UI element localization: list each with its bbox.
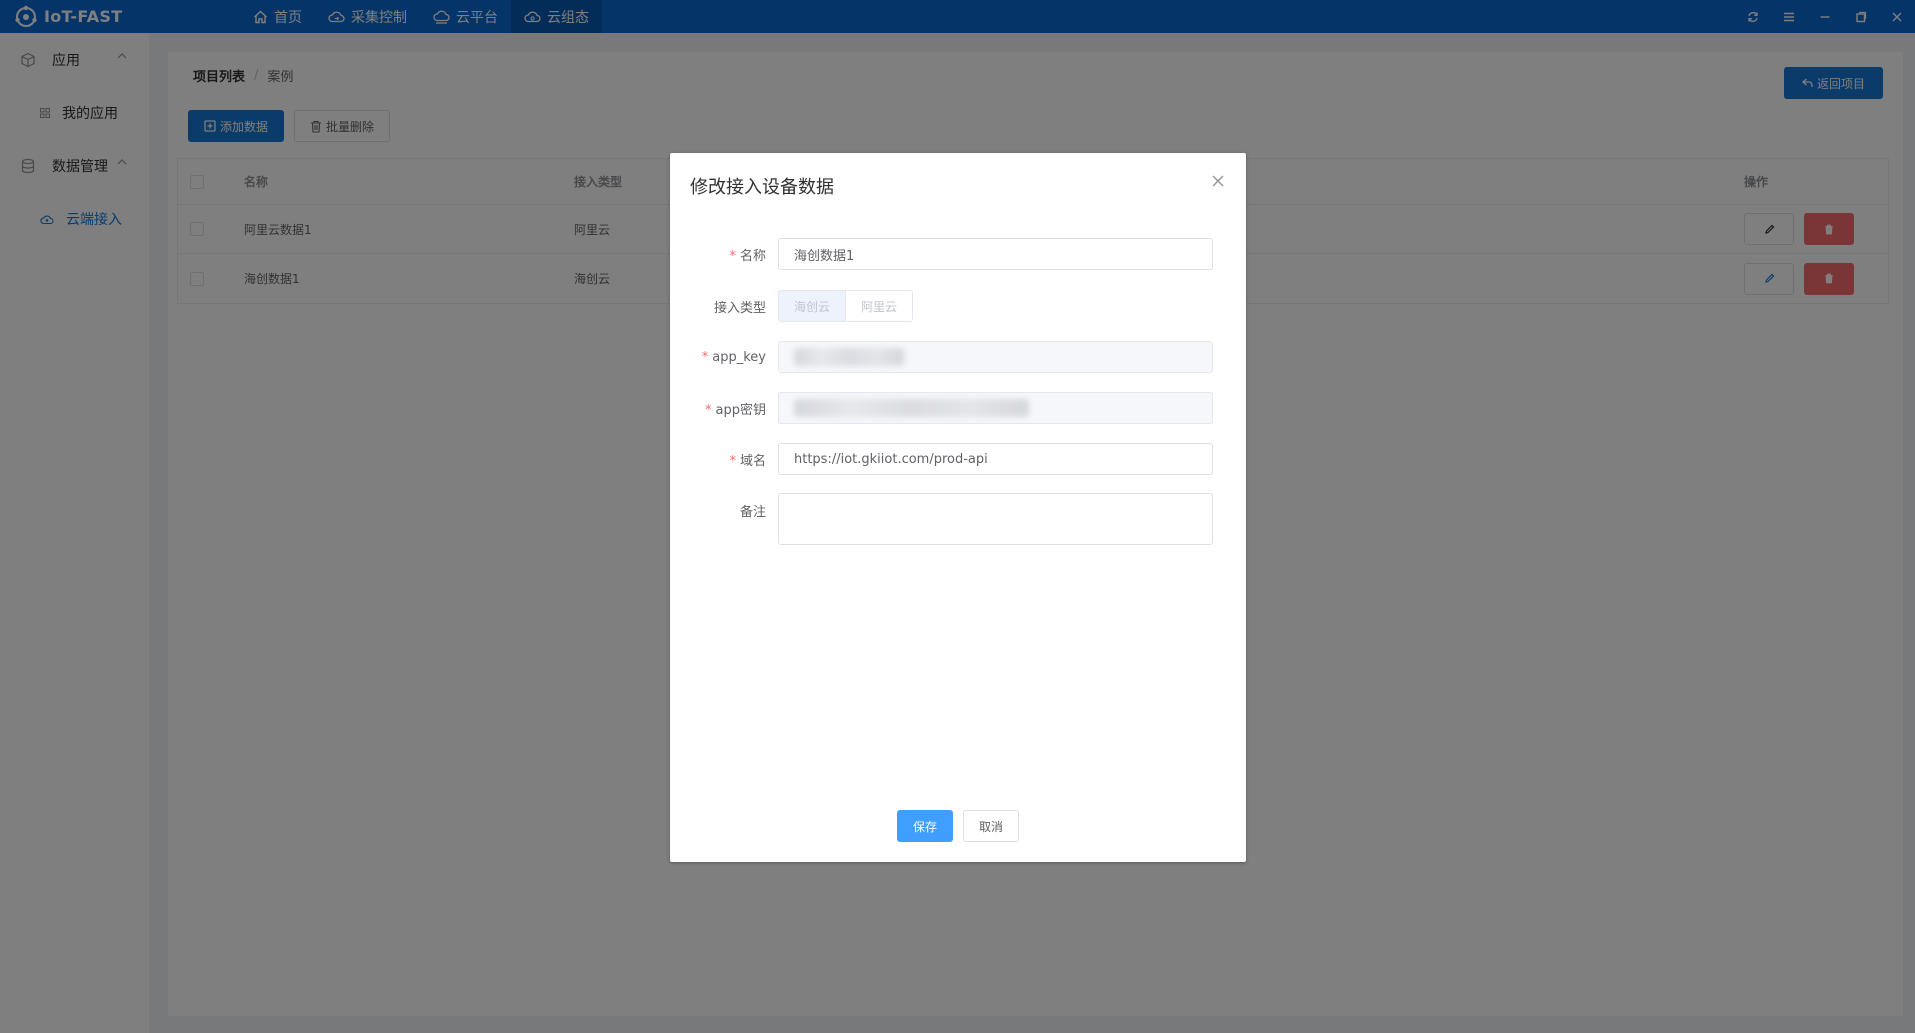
remark-textarea[interactable] <box>778 493 1213 545</box>
name-input[interactable]: 海创数据1 <box>778 238 1213 270</box>
redacted-value <box>794 348 904 366</box>
dialog-footer: 保存 取消 <box>670 810 1246 842</box>
app-secret-label: * app密钥 <box>705 402 766 418</box>
form-row-remark: 备注 <box>670 493 1246 545</box>
domain-label-text: 域名 <box>739 453 766 469</box>
form-row-app-key: * app_key <box>670 341 1246 373</box>
app-key-label: * app_key <box>701 349 766 365</box>
app-key-label-text: app_key <box>712 349 766 365</box>
type-option-haichuang[interactable]: 海创云 <box>778 290 847 322</box>
edit-device-data-dialog: 修改接入设备数据 * 名称 海创数据1 接入类型 海创云 阿里云 * app_key… <box>670 153 1246 862</box>
form-row-type: 接入类型 海创云 阿里云 <box>670 290 1246 322</box>
app-secret-label-text: app密钥 <box>715 402 766 418</box>
remark-label: 备注 <box>739 505 766 520</box>
cancel-button[interactable]: 取消 <box>963 810 1020 842</box>
type-option-aliyun[interactable]: 阿里云 <box>846 290 914 322</box>
app-secret-input[interactable] <box>778 392 1213 424</box>
type-label: 接入类型 <box>713 300 766 316</box>
dialog-title: 修改接入设备数据 <box>690 177 834 198</box>
name-label-text: 名称 <box>739 248 766 264</box>
domain-input[interactable]: https://iot.gkiiot.com/prod-api <box>778 443 1213 475</box>
close-icon[interactable] <box>1210 173 1226 189</box>
name-label: * 名称 <box>729 248 766 264</box>
form-row-name: * 名称 海创数据1 <box>670 238 1246 270</box>
app-key-input[interactable] <box>778 341 1213 373</box>
domain-label: * 域名 <box>729 453 766 469</box>
form-row-app-secret: * app密钥 <box>670 392 1246 424</box>
save-button[interactable]: 保存 <box>896 810 953 842</box>
type-radio-group: 海创云 阿里云 <box>778 290 914 322</box>
form-row-domain: * 域名 https://iot.gkiiot.com/prod-api <box>670 443 1246 475</box>
redacted-value <box>794 399 1029 417</box>
